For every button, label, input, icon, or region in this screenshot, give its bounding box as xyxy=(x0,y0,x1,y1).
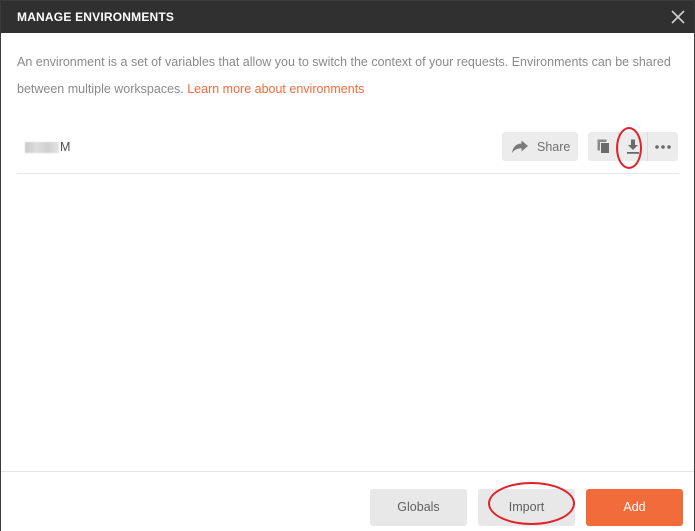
duplicate-button[interactable] xyxy=(590,132,618,161)
add-button[interactable]: Add xyxy=(586,489,683,526)
dialog-title: MANAGE ENVIRONMENTS xyxy=(17,10,175,24)
manage-environments-dialog: MANAGE ENVIRONMENTS An environment is a … xyxy=(0,0,695,531)
more-dots-icon xyxy=(655,145,671,149)
globals-button[interactable]: Globals xyxy=(370,489,467,526)
environment-name[interactable]: M xyxy=(60,140,70,154)
import-button[interactable]: Import xyxy=(478,489,575,526)
more-options-button[interactable] xyxy=(648,132,676,161)
environment-name-redacted xyxy=(25,142,59,153)
duplicate-icon xyxy=(597,139,610,154)
dialog-titlebar: MANAGE ENVIRONMENTS xyxy=(1,1,694,33)
environment-row[interactable]: M Share xyxy=(17,129,679,174)
share-button[interactable]: Share xyxy=(502,132,578,161)
learn-more-link[interactable]: Learn more about environments xyxy=(187,82,364,96)
environment-actions xyxy=(588,132,678,161)
download-icon xyxy=(627,139,639,154)
intro-description: An environment is a set of variables tha… xyxy=(17,49,677,103)
share-label: Share xyxy=(537,140,571,154)
close-icon[interactable] xyxy=(668,7,688,27)
download-button[interactable] xyxy=(619,132,647,161)
dialog-footer: Globals Import Add xyxy=(1,471,694,531)
share-arrow-icon xyxy=(512,140,528,153)
